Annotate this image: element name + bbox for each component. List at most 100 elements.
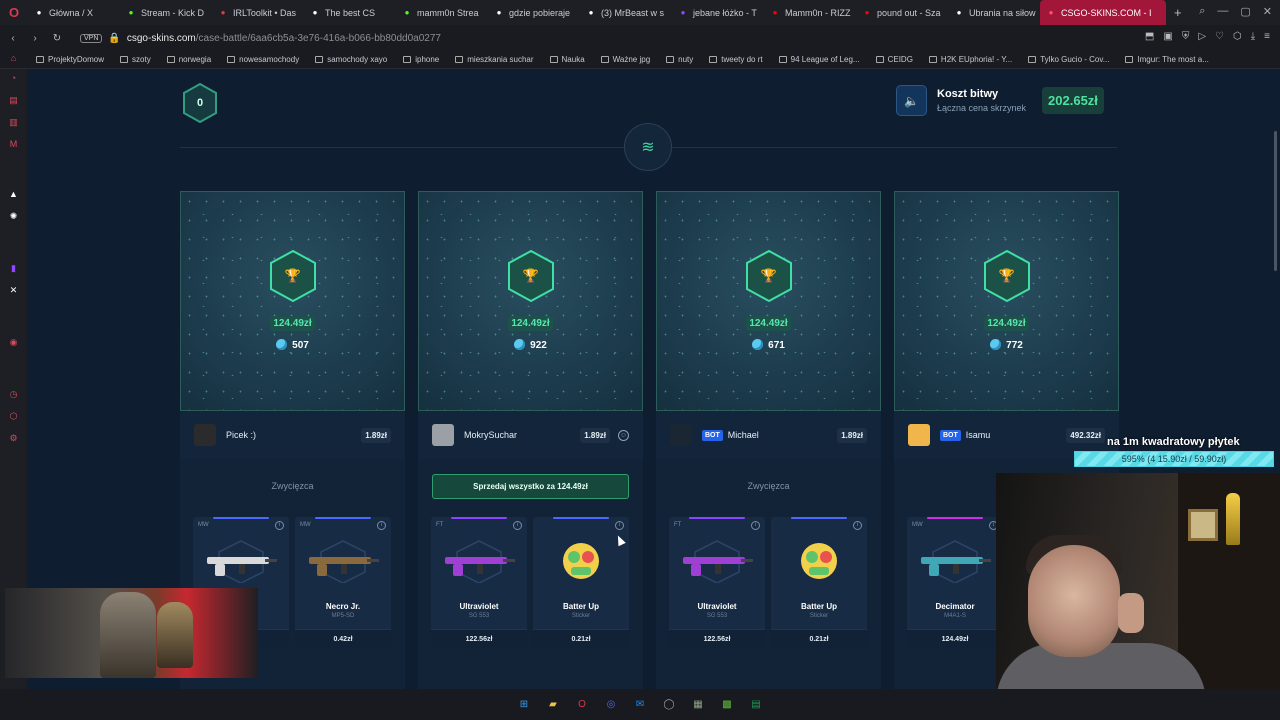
bookmark-13[interactable]: H2K EUphoria! - Y... <box>928 55 1012 64</box>
tab-5[interactable]: ● gdzie pobieraje <box>488 0 580 25</box>
reload-icon[interactable]: ↻ <box>48 33 66 44</box>
bookmark-12[interactable]: CEIDG <box>875 55 913 64</box>
snapshot-icon[interactable]: ▣ <box>1163 31 1172 42</box>
cube-icon[interactable]: ⬡ <box>8 411 19 422</box>
bookmark-14[interactable]: Tylko Gucio - Cov... <box>1028 55 1109 64</box>
sheets-icon[interactable]: ▤ <box>748 697 764 713</box>
bookmark-10[interactable]: tweety do rt <box>709 55 763 64</box>
tab-3[interactable]: ● The best CS <box>304 0 396 25</box>
tab-label: gdzie pobieraje <box>509 7 571 18</box>
bookmark-6[interactable]: mieszkania suchar <box>455 55 534 64</box>
bookmark-icon[interactable]: ⬒ <box>1145 31 1154 42</box>
explorer-icon[interactable]: ▰ <box>545 697 561 713</box>
info-icon[interactable]: i <box>513 521 522 530</box>
maximize-icon[interactable]: ▢ <box>1240 5 1250 18</box>
item-card[interactable]: FT i Ultraviolet SG 553 122.56zł <box>669 517 765 649</box>
rarity-strip <box>689 517 745 519</box>
bookmark-2[interactable]: norwegia <box>166 55 211 64</box>
x-icon[interactable]: ✕ <box>8 285 19 296</box>
new-tab-icon[interactable]: + <box>1166 5 1190 20</box>
opera-icon[interactable]: O <box>574 697 590 713</box>
home-icon[interactable]: ⌂ <box>8 53 19 64</box>
minimize-icon[interactable]: — <box>1217 5 1228 18</box>
chatgpt-icon[interactable]: ✺ <box>8 211 19 222</box>
info-icon[interactable]: i <box>377 521 386 530</box>
tab-1[interactable]: ● Stream - Kick D <box>120 0 212 25</box>
info-icon[interactable]: i <box>751 521 760 530</box>
gmail-icon[interactable]: M <box>8 139 19 150</box>
chrome-icon[interactable]: ◯ <box>661 697 677 713</box>
download-icon[interactable]: ⤓ <box>1251 31 1255 42</box>
search-tabs-icon[interactable]: ⌕ <box>1199 5 1205 18</box>
player-name[interactable]: MokrySuchar <box>464 430 517 440</box>
play-icon[interactable]: ▷ <box>1198 31 1206 42</box>
tab-4[interactable]: ● mamm0n Strea <box>396 0 488 25</box>
bookmark-15[interactable]: Imgur: The most a... <box>1125 55 1209 64</box>
tab-0[interactable]: ● Główna / X <box>28 0 120 25</box>
tab-2[interactable]: ● IRLToolkit • Das <box>212 0 304 25</box>
heart-icon[interactable]: ♡ <box>1215 31 1224 42</box>
page-scrollbar[interactable] <box>1274 131 1277 271</box>
opera-logo-icon[interactable]: O <box>0 0 28 25</box>
discord-icon[interactable]: ◎ <box>603 697 619 713</box>
avatar[interactable] <box>194 424 216 446</box>
avatar[interactable] <box>908 424 930 446</box>
clock-icon[interactable]: ◷ <box>8 389 19 400</box>
item-card[interactable]: i Batter Up Sticker 0.21zł <box>771 517 867 649</box>
bookmark-5[interactable]: iphone <box>403 55 439 64</box>
bookmark-label: Ważne jpg <box>612 55 651 64</box>
bookmark-9[interactable]: nuty <box>666 55 693 64</box>
info-icon[interactable]: i <box>615 521 624 530</box>
tab-11[interactable]: ● CSGO-SKINS.COM - I <box>1040 0 1166 25</box>
shield-icon[interactable]: ⛨ <box>1182 31 1190 42</box>
player-name[interactable]: Isamu <box>966 430 991 440</box>
settings-icon[interactable]: ⚙ <box>8 433 19 444</box>
twitch-icon[interactable]: ▮ <box>8 263 19 274</box>
info-icon[interactable]: i <box>275 521 284 530</box>
tab-8[interactable]: ● Mamm0n - RIZZ <box>764 0 856 25</box>
speed-dial-icon[interactable]: ◔ <box>8 73 19 84</box>
player-name[interactable]: Picek :) <box>226 430 256 440</box>
app-icon[interactable]: ▦ <box>690 697 706 713</box>
item-card[interactable]: FT i Ultraviolet SG 553 122.56zł <box>431 517 527 649</box>
player-icon[interactable]: ◉ <box>8 337 19 348</box>
back-icon[interactable]: ‹ <box>4 33 22 44</box>
tab-6[interactable]: ● (3) MrBeast w s <box>580 0 672 25</box>
folder-icon <box>875 56 884 63</box>
close-window-icon[interactable]: ✕ <box>1263 5 1272 18</box>
bookmark-3[interactable]: nowesamochody <box>227 55 299 64</box>
bookmark-0[interactable]: ProjektyDomow <box>36 55 104 64</box>
bookmark-4[interactable]: samochody xayo <box>315 55 387 64</box>
forward-icon[interactable]: › <box>26 33 44 44</box>
history-icon[interactable]: ▥ <box>8 117 19 128</box>
url-field[interactable]: csgo-skins.com/case-battle/6aa6cb5a-3e76… <box>127 33 441 44</box>
sound-toggle-button[interactable]: 🔈 <box>896 85 927 116</box>
news-icon[interactable]: ▤ <box>8 95 19 106</box>
prize-value-wrap: 124.49zł <box>181 313 404 331</box>
extensions-icon[interactable]: ⬡ <box>1233 31 1242 42</box>
tab-10[interactable]: ● Ubrania na siłow <box>948 0 1040 25</box>
bookmark-1[interactable]: szoty <box>120 55 151 64</box>
tab-7[interactable]: ● jebane łóżko - T <box>672 0 764 25</box>
menu-icon[interactable]: ≡ <box>1264 31 1270 42</box>
vpn-badge[interactable]: VPN <box>80 33 103 43</box>
status-row: Zwycięzca <box>180 459 405 513</box>
avatar[interactable] <box>432 424 454 446</box>
avatar[interactable] <box>670 424 692 446</box>
windows-icon[interactable]: ⊞ <box>516 697 532 713</box>
emoji-icon[interactable]: ☺ <box>618 429 629 441</box>
aria-icon[interactable]: ▲ <box>8 189 19 200</box>
minecraft-icon[interactable]: ▩ <box>719 697 735 713</box>
item-card[interactable]: MW i Necro Jr. MP5-SD 0.42zł <box>295 517 391 649</box>
speaker-icon: 🔈 <box>904 93 919 108</box>
item-card[interactable]: MW i Decimator M4A1-S 124.49zł <box>907 517 1003 649</box>
tab-9[interactable]: ● pound out - Sza <box>856 0 948 25</box>
player-name[interactable]: Michael <box>728 430 759 440</box>
prize-value-wrap: 124.49zł <box>895 313 1118 331</box>
bookmark-11[interactable]: 94 League of Leg... <box>778 55 860 64</box>
messenger-icon[interactable]: ✉ <box>632 697 648 713</box>
info-icon[interactable]: i <box>853 521 862 530</box>
bookmark-8[interactable]: Ważne jpg <box>600 55 651 64</box>
bookmark-7[interactable]: Nauka <box>549 55 585 64</box>
sell-all-button[interactable]: Sprzedaj wszystko za 124.49zł <box>432 473 629 499</box>
